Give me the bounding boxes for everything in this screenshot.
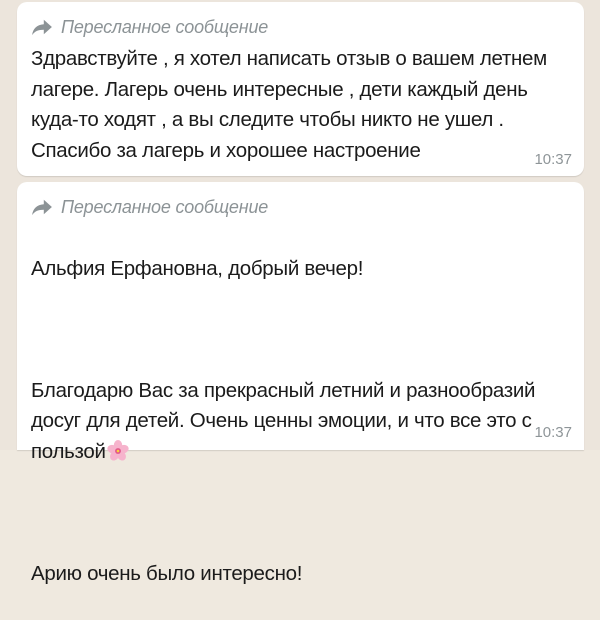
forward-arrow-icon xyxy=(32,199,52,216)
forwarded-header: Пересланное сообщение xyxy=(31,14,268,40)
message-bubble[interactable]: Пересланное сообщение Альфия Ерфановна, … xyxy=(17,182,584,585)
forwarded-label: Пересланное сообщение xyxy=(61,196,269,217)
message-greeting: Альфия Ерфановна, добрый вечер! xyxy=(31,256,364,280)
message-text: Альфия Ерфановна, добрый вечер! Благодар… xyxy=(31,223,576,620)
message-time: 10:37 xyxy=(534,424,572,441)
message-paragraph: Благодарю Вас за прекрасный летний и раз… xyxy=(31,376,576,468)
forward-arrow-icon xyxy=(32,19,52,36)
message-time: 10:37 xyxy=(534,151,572,168)
chat-background: Пересланное сообщение Здравствуйте , я х… xyxy=(0,0,600,585)
message-text: Здравствуйте , я хотел написать отзыв о … xyxy=(31,47,547,162)
forwarded-label: Пересланное сообщение xyxy=(61,16,269,37)
message-bubble[interactable]: Пересланное сообщение Здравствуйте , я х… xyxy=(17,2,584,176)
cherry-blossom-icon xyxy=(107,439,129,461)
message-closing: Арию очень было интересно! xyxy=(31,561,303,585)
forwarded-header: Пересланное сообщение xyxy=(31,194,268,220)
